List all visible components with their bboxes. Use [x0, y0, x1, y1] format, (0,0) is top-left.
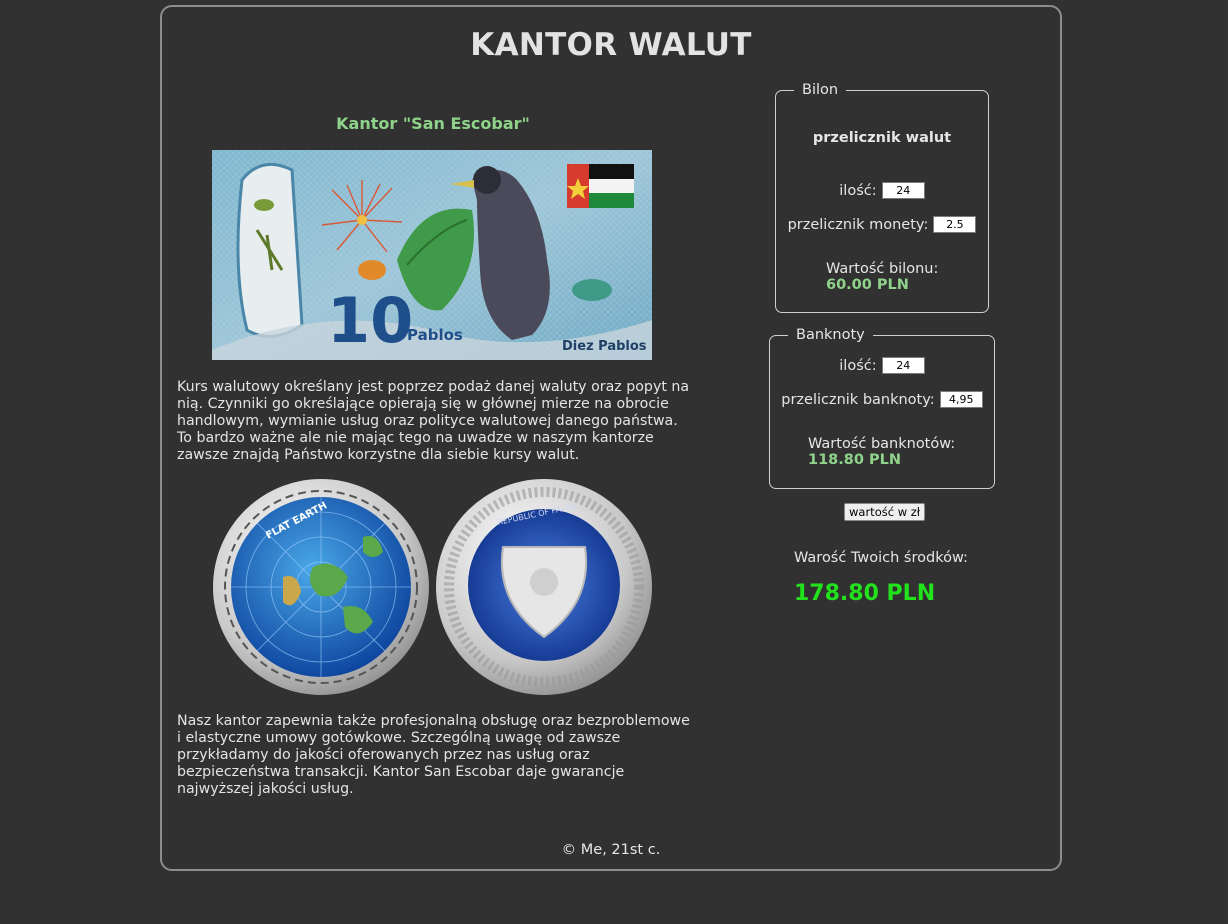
intro-paragraph: Kurs walutowy określany jest poprzez pod… [177, 379, 690, 463]
banknote-number: 10 [327, 284, 413, 357]
services-paragraph: Nasz kantor zapewnia także profesjonalną… [177, 713, 690, 797]
banknote-legend: Banknoty [796, 327, 865, 343]
coin-legend: Bilon [802, 82, 839, 98]
calculate-button[interactable]: wartość w zł [844, 503, 926, 521]
total-funds-label: Warość Twoich środków: [794, 550, 968, 566]
coin-value-result: 60.00 PLN [826, 277, 909, 293]
page-title: KANTOR WALUT [470, 27, 752, 63]
coin-calculator-fieldset: Bilon przelicznik walut ilość: 24 przeli… [775, 82, 989, 313]
total-funds-value: 178.80 PLN [794, 581, 936, 606]
banknote-word: Pablos [407, 326, 463, 344]
coin-quantity-input[interactable]: 24 [881, 182, 925, 199]
banknote-quantity-input[interactable]: 24 [881, 357, 925, 374]
banknote-value-result: 118.80 PLN [808, 452, 902, 468]
banknote-calculator-fieldset: Banknoty ilość: 24 przelicznik banknoty:… [769, 327, 995, 489]
coin-rate-label: przelicznik monety: [787, 217, 929, 233]
page-container: KANTOR WALUT Kantor "San Escobar" 10 Pab… [160, 5, 1062, 871]
coin-rate-input[interactable]: 2.5 [933, 216, 977, 233]
banknote-quantity-label: ilość: [839, 358, 877, 374]
palau-coin: REPUBLIC OF PALAU [436, 479, 652, 695]
banknote-caption: Diez Pablos [562, 339, 647, 354]
banknote-image: 10 Pablos Diez Pablos [212, 150, 652, 360]
footer-copyright: © Me, 21st c. [561, 842, 661, 858]
coins-image: FLAT EARTH REPUBLIC OF PALAU [213, 477, 653, 697]
exchange-subtitle: Kantor "San Escobar" [336, 114, 530, 133]
banknote-rate-label: przelicznik banknoty: [781, 392, 935, 408]
coin-value-label: Wartość bilonu: [826, 261, 939, 277]
calculator-heading: przelicznik walut [812, 130, 952, 146]
coin-quantity-label: ilość: [839, 183, 877, 199]
flat-earth-coin: FLAT EARTH [213, 479, 429, 695]
banknote-value-label: Wartość banknotów: [808, 436, 956, 452]
banknote-rate-input[interactable]: 4,95 [939, 391, 983, 408]
